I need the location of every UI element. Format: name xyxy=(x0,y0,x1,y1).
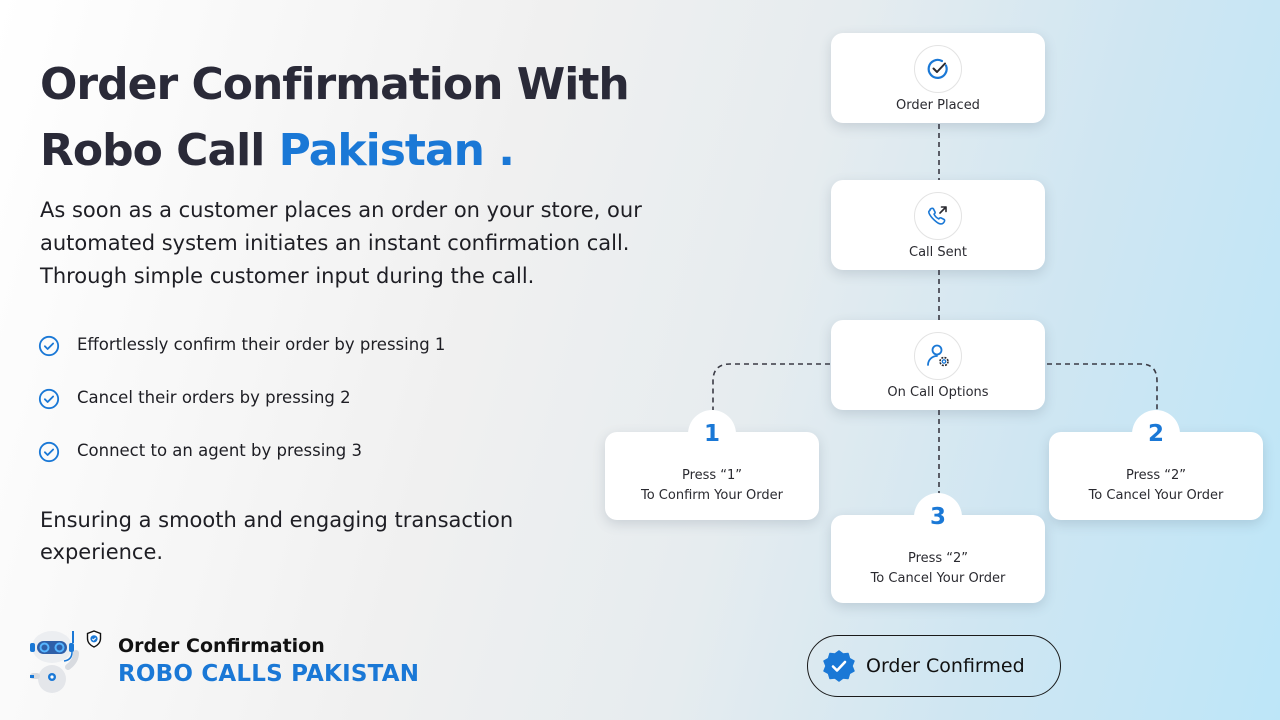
flow-option-2: 2 Press “2” To Cancel Your Order xyxy=(1049,410,1263,520)
option-line-2: To Confirm Your Order xyxy=(640,488,784,503)
feature-item: Cancel their orders by pressing 2 xyxy=(38,384,445,410)
phone-outgoing-icon xyxy=(927,206,947,225)
option-line-1: Press “2” xyxy=(907,551,969,566)
flow-step-call-sent: Call Sent xyxy=(831,180,1045,270)
option-number: 2 xyxy=(1132,410,1180,458)
feature-text: Connect to an agent by pressing 3 xyxy=(77,440,362,460)
feature-item: Effortlessly confirm their order by pres… xyxy=(38,331,445,357)
brand-subtitle: ROBO CALLS PAKISTAN xyxy=(118,661,420,687)
order-confirmed-badge: Order Confirmed xyxy=(807,635,1061,697)
shield-check-icon xyxy=(86,630,102,648)
title-plain: Robo Call xyxy=(40,125,279,176)
order-confirmed-label: Order Confirmed xyxy=(866,655,1025,677)
page-title: Order Confirmation With Robo Call Pakist… xyxy=(40,52,630,184)
check-circle-icon xyxy=(38,388,60,410)
option-number: 1 xyxy=(688,410,736,458)
check-circle-icon xyxy=(927,58,948,79)
check-circle-icon xyxy=(38,335,60,357)
outro-paragraph: Ensuring a smooth and engaging transacti… xyxy=(40,508,514,564)
feature-item: Connect to an agent by pressing 3 xyxy=(38,437,445,463)
flow-option-3: 3 Press “2” To Cancel Your Order xyxy=(831,493,1045,603)
check-circle-icon xyxy=(38,441,60,463)
title-period: . xyxy=(483,125,515,176)
brand-title: Order Confirmation xyxy=(118,635,325,657)
robot-icon xyxy=(30,631,79,693)
brand-logo: Order Confirmation ROBO CALLS PAKISTAN xyxy=(22,627,422,697)
option-line-2: To Cancel Your Order xyxy=(870,571,1006,586)
step-label: Call Sent xyxy=(909,245,967,260)
feature-text: Cancel their orders by pressing 2 xyxy=(77,387,351,407)
verified-badge-icon xyxy=(823,650,855,682)
step-label: On Call Options xyxy=(887,385,989,400)
option-line-2: To Cancel Your Order xyxy=(1088,488,1224,503)
option-line-1: Press “1” xyxy=(681,468,743,483)
connector-options-to-1 xyxy=(712,363,830,410)
option-number: 3 xyxy=(914,493,962,541)
title-accent: Pakistan xyxy=(278,125,485,176)
flow-step-on-call-options: On Call Options xyxy=(831,320,1045,410)
step-label: Order Placed xyxy=(896,98,980,113)
title-line-2: Robo Call Pakistan . xyxy=(40,118,629,184)
title-line-1: Order Confirmation With xyxy=(40,59,630,110)
connector-options-to-2 xyxy=(1047,363,1158,410)
option-line-1: Press “2” xyxy=(1125,468,1187,483)
feature-text: Effortlessly confirm their order by pres… xyxy=(77,334,446,354)
intro-paragraph: As soon as a customer places an order on… xyxy=(40,198,642,288)
user-gear-icon xyxy=(927,344,949,367)
feature-list: Effortlessly confirm their order by pres… xyxy=(38,331,445,490)
flow-step-order-placed: Order Placed xyxy=(831,33,1045,123)
flow-option-1: 1 Press “1” To Confirm Your Order xyxy=(605,410,819,520)
